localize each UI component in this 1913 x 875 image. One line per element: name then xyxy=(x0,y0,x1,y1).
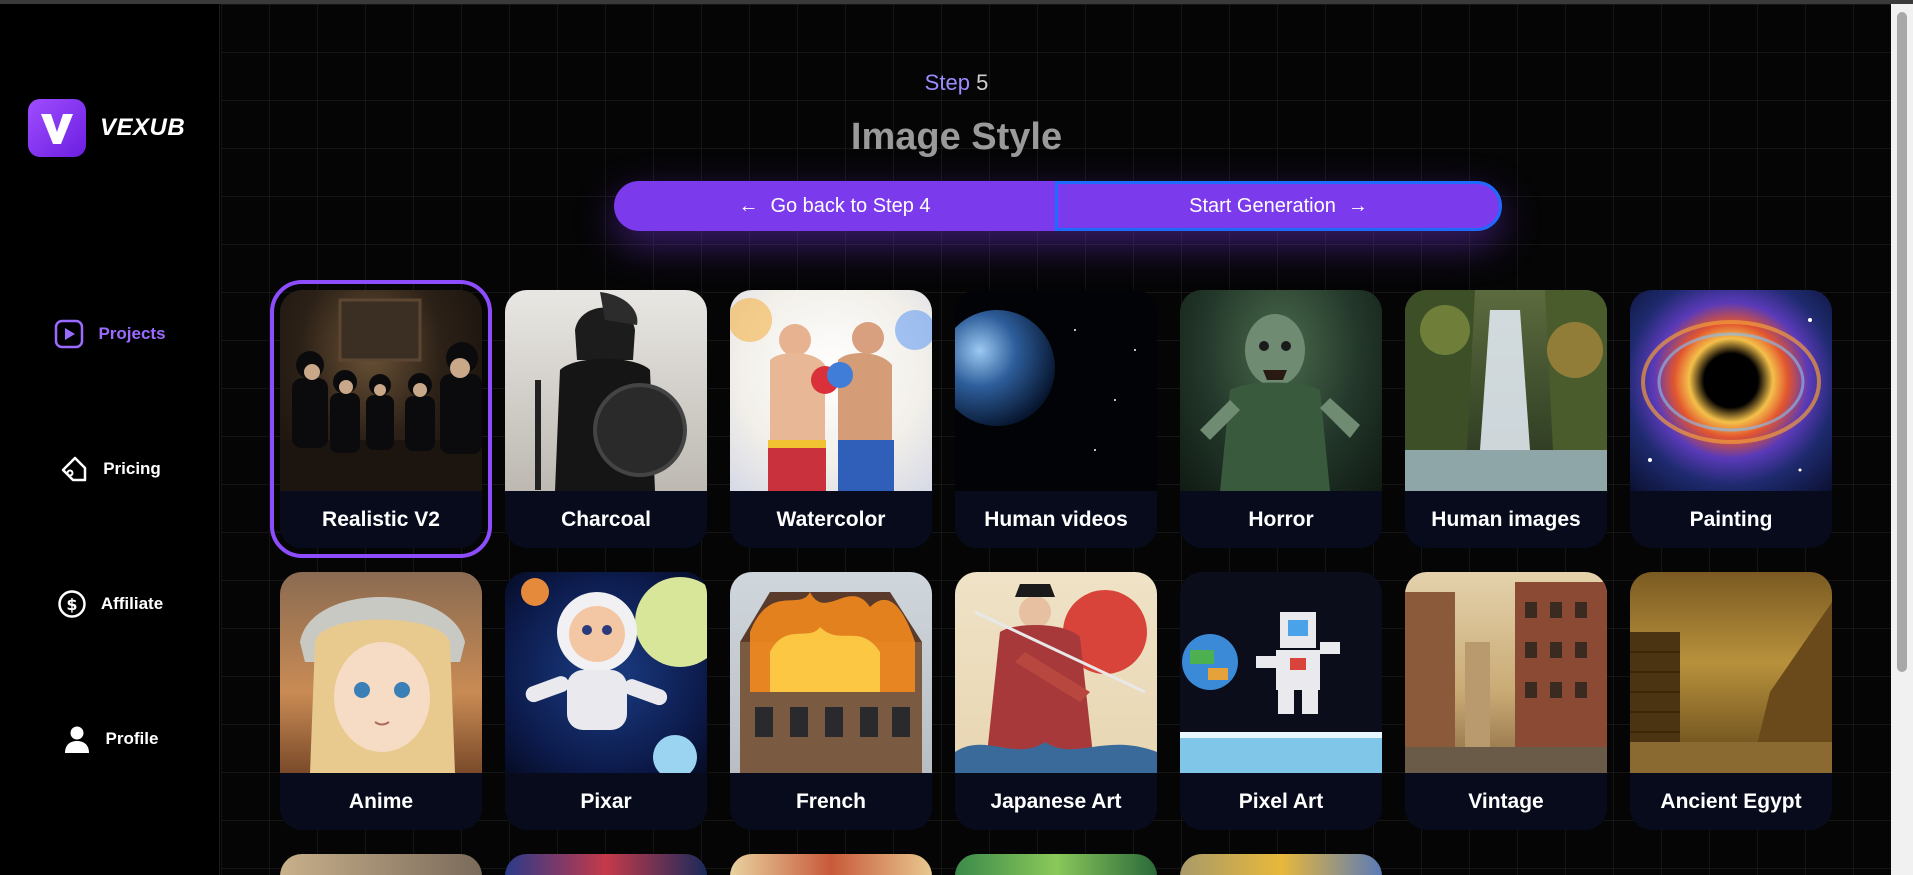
play-icon xyxy=(54,319,84,349)
style-card-realistic-v2[interactable]: Realistic V2 xyxy=(270,280,492,558)
style-card-label: Horror xyxy=(1180,491,1382,548)
style-card-label: Vintage xyxy=(1405,773,1607,830)
style-card-partial[interactable] xyxy=(1180,854,1382,875)
style-card-label: Realistic V2 xyxy=(280,491,482,548)
style-card-painting[interactable]: Painting xyxy=(1630,290,1832,548)
style-thumbnail xyxy=(505,290,707,491)
style-card-partial[interactable] xyxy=(955,854,1157,875)
sidebar-item-pricing[interactable]: Pricing xyxy=(0,454,220,484)
sidebar-item-profile[interactable]: Profile xyxy=(0,724,220,754)
svg-text:$: $ xyxy=(66,595,77,614)
style-card-label: French xyxy=(730,773,932,830)
style-card-charcoal[interactable]: Charcoal xyxy=(505,290,707,548)
arrow-right-icon: → xyxy=(1347,194,1368,217)
sidebar-item-label: Profile xyxy=(105,729,159,748)
style-card-watercolor[interactable]: Watercolor xyxy=(730,290,932,548)
style-card-anime[interactable]: Anime xyxy=(280,572,482,830)
style-card-vintage[interactable]: Vintage xyxy=(1405,572,1607,830)
sidebar-item-projects[interactable]: Projects xyxy=(0,319,220,349)
style-thumbnail xyxy=(1180,290,1382,491)
style-card-label: Ancient Egypt xyxy=(1630,773,1832,830)
go-back-button[interactable]: ← Go back to Step 4 xyxy=(614,181,1055,231)
step-indicator: Step 5 xyxy=(0,70,1913,96)
step-word: Step xyxy=(924,70,970,95)
style-thumbnail xyxy=(1405,290,1607,491)
style-thumbnail xyxy=(280,290,482,491)
sidebar-item-label: Affiliate xyxy=(100,594,164,613)
style-card-human-images[interactable]: Human images xyxy=(1405,290,1607,548)
style-card-label: Anime xyxy=(280,773,482,830)
style-card-label: Charcoal xyxy=(505,491,707,548)
style-thumbnail xyxy=(730,290,932,491)
step-navigation: ← Go back to Step 4 Start Generation → xyxy=(614,181,1502,231)
sidebar-item-affiliate[interactable]: $ Affiliate xyxy=(0,589,220,619)
style-card-horror[interactable]: Horror xyxy=(1180,290,1382,548)
style-card-label: Watercolor xyxy=(730,491,932,548)
style-thumbnail xyxy=(955,290,1157,491)
style-card-label: Human videos xyxy=(955,491,1157,548)
step-number: 5 xyxy=(976,70,989,95)
scrollbar-thumb[interactable] xyxy=(1897,12,1907,672)
style-card-partial[interactable] xyxy=(280,854,482,875)
style-thumbnail xyxy=(280,572,482,773)
style-card-pixel-art[interactable]: Pixel Art xyxy=(1180,572,1382,830)
style-thumbnail xyxy=(1180,572,1382,773)
style-card-label: Human images xyxy=(1405,491,1607,548)
style-card-pixar[interactable]: Pixar xyxy=(505,572,707,830)
user-icon xyxy=(62,724,92,754)
dollar-icon: $ xyxy=(57,589,87,619)
style-thumbnail xyxy=(730,572,932,773)
style-thumbnail xyxy=(955,572,1157,773)
style-card-label: Pixar xyxy=(505,773,707,830)
style-card-label: Japanese Art xyxy=(955,773,1157,830)
style-card-label: Painting xyxy=(1630,491,1832,548)
sidebar-item-label: Projects xyxy=(98,324,166,343)
style-thumbnail xyxy=(1630,290,1832,491)
go-back-label: Go back to Step 4 xyxy=(770,194,931,217)
style-thumbnail xyxy=(505,572,707,779)
style-card-ancient-egypt[interactable]: Ancient Egypt xyxy=(1630,572,1832,830)
style-card-human-videos[interactable]: Human videos xyxy=(955,290,1157,548)
style-thumbnail xyxy=(1630,572,1832,773)
page-scrollbar[interactable] xyxy=(1891,4,1913,875)
start-generation-button[interactable]: Start Generation → xyxy=(1055,181,1502,231)
style-thumbnail xyxy=(1405,572,1607,773)
tag-icon xyxy=(59,454,89,484)
start-generation-label: Start Generation xyxy=(1189,194,1336,217)
arrow-left-icon: ← xyxy=(738,194,759,217)
style-card-partial[interactable] xyxy=(505,854,707,875)
style-card-partial[interactable] xyxy=(730,854,932,875)
page-title: Image Style xyxy=(850,116,1063,158)
style-card-japanese-art[interactable]: Japanese Art xyxy=(955,572,1157,830)
style-card-french[interactable]: French xyxy=(730,572,932,830)
style-card-label: Pixel Art xyxy=(1180,773,1382,830)
sidebar-item-label: Pricing xyxy=(103,459,161,478)
